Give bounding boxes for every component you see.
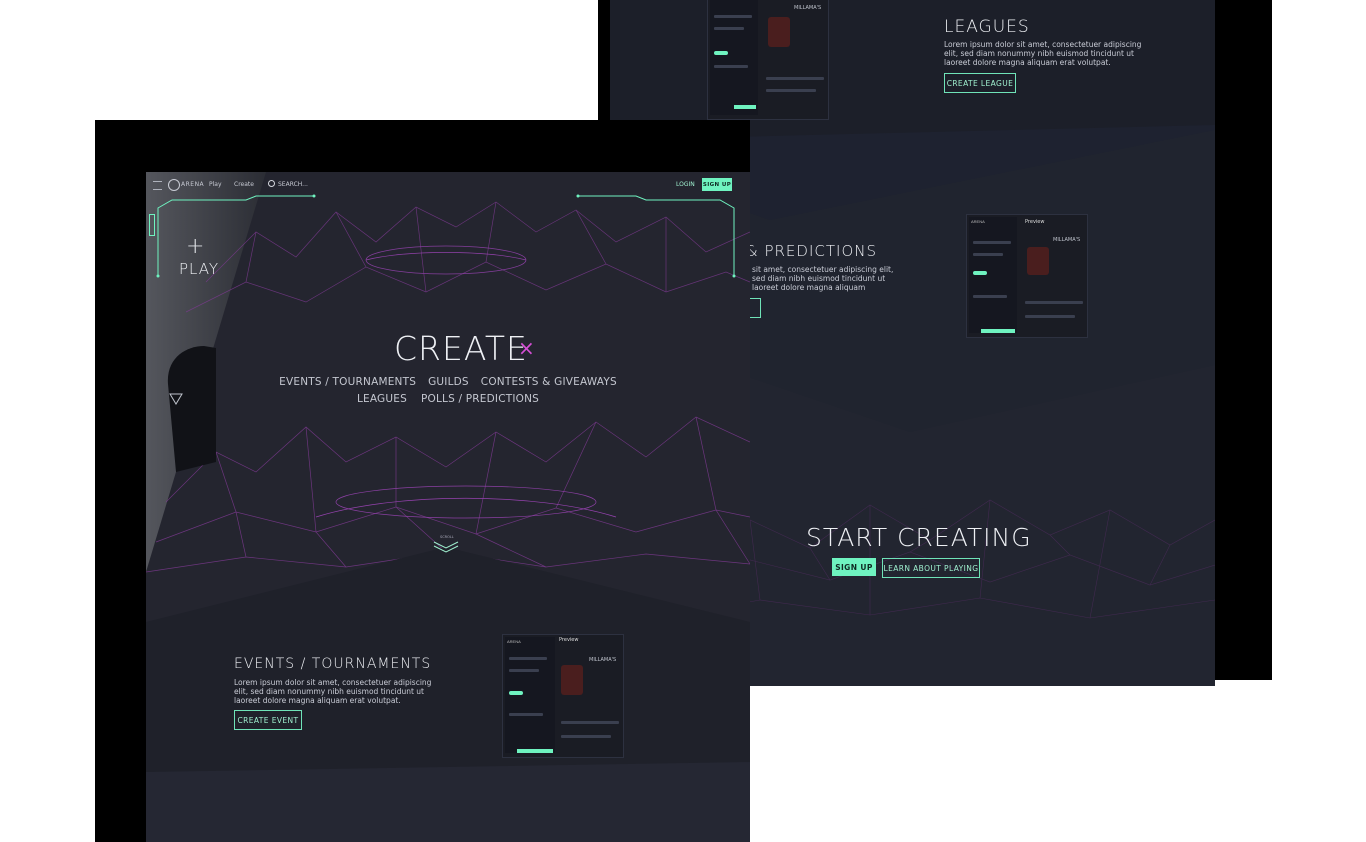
search-input[interactable]: SEARCH... [278,181,308,188]
preview-heading: MILLAMA'S [794,5,822,11]
hero-link-polls[interactable]: POLLS / PREDICTIONS [421,393,539,405]
preview-avatar-art-2 [1027,247,1049,275]
close-icon[interactable]: × [518,336,535,360]
front-shadow-step [110,128,128,136]
nav-bar: ARENA Play Create SEARCH... LOGIN SIGN U… [146,172,750,198]
preview-heading-2: MILLAMA'S [1053,237,1081,243]
hero-link-leagues[interactable]: LEAGUES [357,393,407,405]
events-preview-logo: ARENA [507,639,521,644]
events-preview-label: Preview [559,637,579,643]
hero-links-row2: LEAGUES POLLS / PREDICTIONS [146,393,750,405]
nav-play[interactable]: Play [209,181,222,188]
play-plus-icon[interactable]: + [186,234,205,259]
leagues-preview-card: MILLAMA'S [707,0,829,120]
cta-title: START CREATING [806,523,1032,552]
hero-title: CREATE [394,329,528,368]
preview-form-panel [710,0,758,115]
polls-title: & PREDICTIONS [746,242,877,260]
hero-link-events[interactable]: EVENTS / TOURNAMENTS [279,376,416,388]
hero-link-contests[interactable]: CONTESTS & GIVEAWAYS [481,376,617,388]
cta-signup-button[interactable]: SIGN UP [832,558,876,576]
hero-links-row1: EVENTS / TOURNAMENTS GUILDS CONTESTS & G… [146,376,750,388]
play-label[interactable]: PLAY [179,260,219,278]
hero-background [146,172,750,842]
polls-preview-card: ARENA Preview MILLAMA'S [966,214,1088,338]
logo-text[interactable]: ARENA [181,181,204,188]
front-page: ARENA Play Create SEARCH... LOGIN SIGN U… [146,172,750,842]
events-preview-avatar [561,665,583,695]
scroll-label: SCROLL [440,535,454,539]
events-preview-form: ARENA [505,637,555,753]
menu-icon[interactable] [153,181,162,190]
login-link[interactable]: LOGIN [676,181,695,188]
polls-body: sit amet, consectetuer adipiscing elit, … [752,265,894,292]
nav-signup-button[interactable]: SIGN UP [702,178,732,191]
events-title: EVENTS / TOURNAMENTS [234,656,432,672]
search-icon[interactable] [268,180,275,187]
hero-link-guilds[interactable]: GUILDS [428,376,469,388]
leagues-body: Lorem ipsum dolor sit amet, consectetuer… [944,40,1142,67]
nav-create[interactable]: Create [234,181,254,188]
create-event-button[interactable]: CREATE EVENT [234,710,302,730]
preview-form-panel-2: ARENA [969,217,1017,333]
events-preview-heading: MILLAMA'S [589,657,617,663]
events-preview-card: ARENA Preview MILLAMA'S [502,634,624,758]
leagues-title: LEAGUES [944,17,1030,37]
learn-about-playing-button[interactable]: LEARN ABOUT PLAYING [882,558,980,578]
scroll-chevron-icon[interactable] [432,540,460,554]
logo-icon[interactable] [168,179,180,191]
preview-logo-mini: ARENA [971,219,985,224]
preview-avatar-art [768,17,790,47]
create-league-button[interactable]: CREATE LEAGUE [944,73,1016,93]
events-body: Lorem ipsum dolor sit amet, consectetuer… [234,678,432,705]
play-panel-tab[interactable] [149,214,155,236]
preview-label: Preview [1025,219,1045,225]
